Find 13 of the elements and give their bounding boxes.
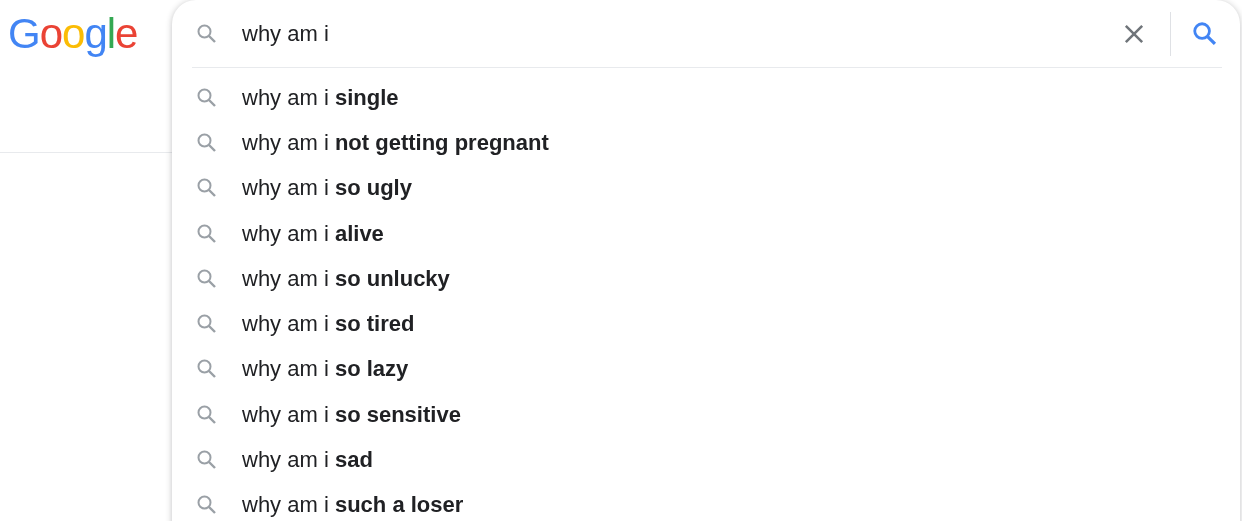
suggestion-item[interactable]: why am i so tired: [242, 311, 415, 338]
search-field[interactable]: why am i: [242, 20, 1092, 47]
suggestion-item[interactable]: why am i such a loser: [242, 492, 464, 519]
suggestion-item[interactable]: why am i so ugly: [242, 175, 412, 202]
search-icon[interactable]: [1191, 19, 1219, 48]
suggestion-item[interactable]: why am i so unlucky: [242, 265, 450, 292]
suggestion-item[interactable]: why am i sad: [242, 447, 373, 473]
suggestion-item[interactable]: why am i so sensitive: [242, 401, 461, 428]
suggestion-item[interactable]: why am i not getting pregnant: [242, 129, 549, 156]
google-logo[interactable]: Google: [8, 10, 138, 58]
suggestion-item[interactable]: why am i alive: [242, 220, 384, 247]
suggestion-item[interactable]: why am i so lazy: [242, 356, 409, 383]
suggestion-item[interactable]: why am i single: [242, 84, 399, 111]
